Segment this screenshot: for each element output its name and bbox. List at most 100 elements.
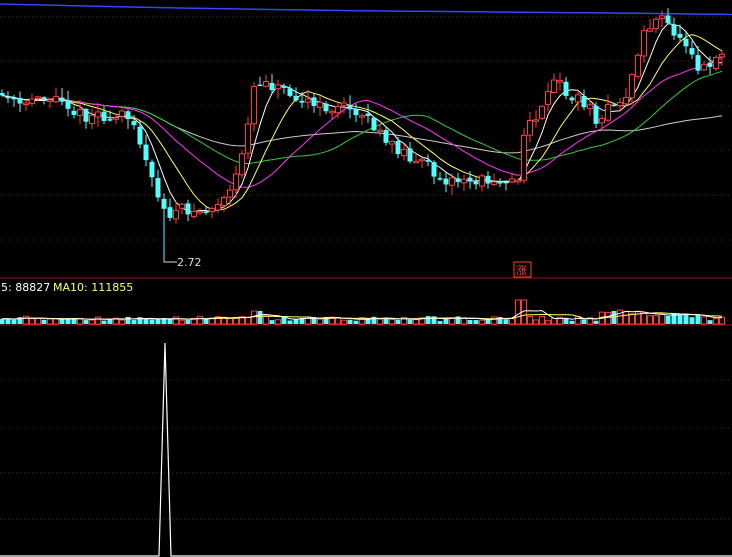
volume-bar-down — [353, 320, 359, 324]
candle — [83, 108, 89, 129]
candle-body-down — [443, 178, 449, 185]
indicator-layer — [0, 342, 732, 557]
volume-bar-up — [197, 315, 203, 325]
volume-bar-down — [131, 320, 137, 324]
volume-bar-up — [533, 319, 539, 325]
volume-bar-up — [47, 318, 53, 325]
candle-body-down — [425, 159, 431, 162]
candle — [623, 87, 629, 108]
candle-body-up — [557, 80, 563, 83]
candle-body-down — [101, 111, 107, 121]
candle — [485, 171, 491, 189]
volume-bar-down — [395, 319, 401, 324]
volume-bar-up — [605, 312, 611, 325]
indicator-spike-line — [0, 342, 732, 557]
candle-body-up — [647, 28, 653, 32]
volume-bar-down — [593, 320, 599, 324]
candle — [425, 154, 431, 167]
candle-body-down — [695, 55, 701, 71]
candle-body-up — [419, 158, 425, 162]
candle — [239, 150, 245, 178]
candle — [473, 177, 479, 190]
candle-body-down — [467, 177, 473, 182]
volume-bar-down — [371, 316, 377, 324]
candle-body-up — [119, 110, 125, 117]
volume-bar-up — [617, 309, 623, 325]
candle — [437, 171, 443, 182]
candle-body-up — [47, 99, 53, 102]
candle — [431, 160, 437, 185]
candle — [53, 87, 59, 103]
candle-body-down — [677, 33, 683, 38]
candle-body-up — [359, 115, 365, 118]
volume-ma10-legend: MA10: 111855 — [53, 281, 133, 294]
candle-body-up — [533, 119, 539, 122]
candle-body-down — [107, 119, 113, 121]
candle-body-up — [515, 179, 521, 183]
candle-body-down — [383, 130, 389, 143]
ma120-line — [0, 3, 732, 16]
volume-bar-up — [509, 317, 515, 325]
candle — [191, 203, 197, 219]
candle-body-down — [71, 110, 77, 115]
candle — [185, 199, 191, 222]
volume-bar-down — [269, 320, 275, 324]
candle-body-down — [161, 198, 167, 209]
candle — [491, 173, 497, 187]
volume-bar-up — [527, 315, 533, 325]
candle-body-down — [689, 48, 695, 55]
candle — [401, 144, 407, 161]
volume-bar-up — [713, 318, 719, 325]
candle-body-down — [455, 178, 461, 183]
volume-bar-up — [635, 310, 641, 325]
volume-bar-up — [245, 316, 251, 325]
candle — [179, 202, 185, 215]
candle — [281, 83, 287, 95]
candle — [23, 100, 29, 111]
volume-layer — [0, 299, 725, 325]
candle — [251, 81, 257, 132]
candle-body-up — [179, 203, 185, 209]
volume-bar-down — [149, 319, 155, 324]
candle-body-up — [173, 209, 179, 220]
candle-body-up — [479, 175, 485, 187]
candle-body-up — [713, 56, 719, 70]
candle-body-up — [539, 105, 545, 119]
candle-body-down — [59, 97, 65, 102]
volume-bar-up — [647, 315, 653, 325]
candle — [389, 140, 395, 154]
candle-body-up — [509, 178, 515, 183]
volume-bar-down — [437, 320, 443, 324]
volume-bar-down — [611, 311, 617, 324]
candle — [161, 193, 167, 262]
candle-body-down — [353, 108, 359, 116]
candle-body-up — [329, 110, 335, 114]
candle — [539, 105, 545, 120]
volume-bar-up — [77, 318, 83, 325]
candle-body-up — [89, 115, 95, 125]
candle — [497, 178, 503, 187]
candle — [413, 154, 419, 164]
volume-bar-up — [629, 313, 635, 325]
volume-ma5-legend: 5: 88827 — [1, 281, 50, 294]
candle — [197, 208, 203, 216]
candle-body-up — [317, 101, 323, 108]
candle-body-up — [251, 86, 257, 125]
candle-body-up — [413, 160, 419, 164]
candle — [653, 16, 659, 34]
candle-body-up — [599, 117, 605, 124]
candle-body-down — [149, 161, 155, 178]
candle-body-up — [635, 54, 641, 77]
candle-body-up — [449, 177, 455, 186]
candle-body-down — [11, 97, 17, 100]
candle-body-up — [641, 30, 647, 57]
volume-bar-up — [479, 319, 485, 325]
volume-bar-down — [167, 319, 173, 324]
volume-bar-down — [473, 320, 479, 324]
volume-bar-down — [503, 319, 509, 324]
candle-body-up — [305, 98, 311, 103]
candle-body-down — [41, 97, 47, 100]
candle-body-down — [683, 38, 689, 47]
candle — [311, 93, 317, 113]
candle-body-up — [233, 173, 239, 191]
